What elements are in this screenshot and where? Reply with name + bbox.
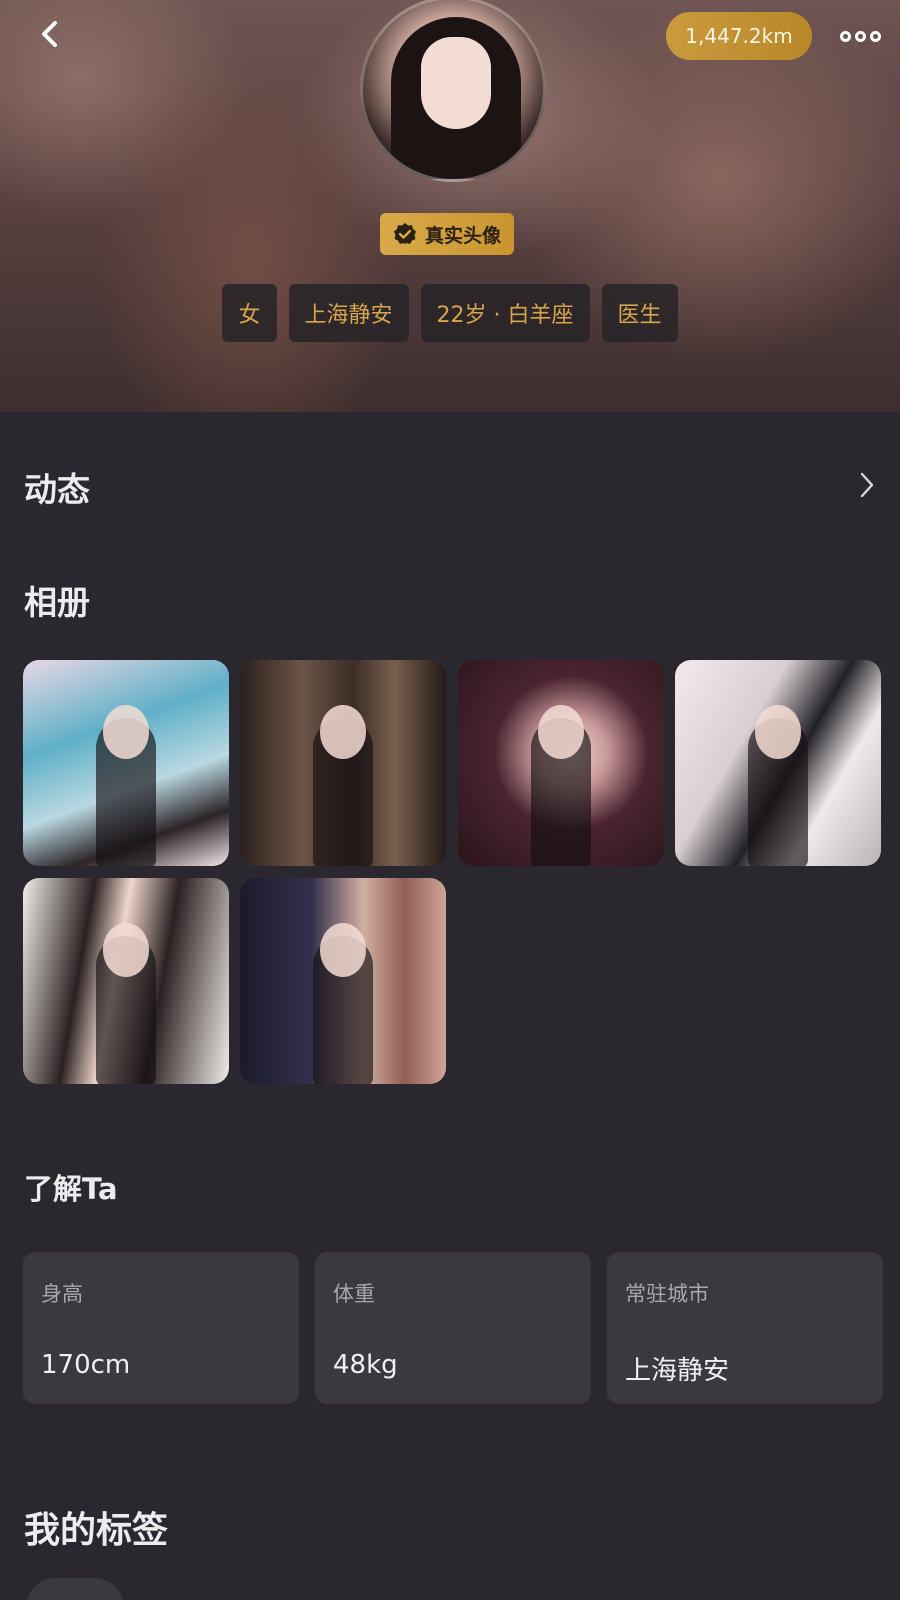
tag-age-zodiac: 22岁 · 白羊座 — [420, 284, 590, 342]
stat-card-weight: 体重 48kg — [315, 1252, 591, 1404]
my-tags-title: 我的标签 — [24, 1510, 169, 1551]
moments-title: 动态 — [24, 470, 90, 509]
album-photo[interactable] — [675, 660, 881, 866]
more-button[interactable] — [836, 16, 884, 56]
stat-card-city: 常驻城市 上海静安 — [607, 1252, 883, 1404]
moments-row[interactable]: 动态 — [24, 462, 876, 512]
album-photo[interactable] — [23, 660, 229, 866]
stat-label: 常驻城市 — [625, 1282, 709, 1306]
verified-badge-icon — [393, 223, 416, 245]
album-photo[interactable] — [23, 878, 229, 1084]
stat-value: 170cm — [41, 1350, 131, 1380]
stat-value: 48kg — [333, 1350, 398, 1380]
about-title: 了解Ta — [24, 1172, 118, 1206]
album-photo[interactable] — [240, 878, 446, 1084]
album-title: 相册 — [24, 583, 90, 622]
back-arrow-icon — [42, 21, 57, 47]
verified-label: 真实头像 — [424, 224, 501, 247]
about-header: 了解Ta — [24, 1162, 876, 1212]
stat-card-height: 身高 170cm — [23, 1252, 299, 1404]
more-dots-icon — [839, 30, 851, 42]
tag-occupation: 医生 — [601, 284, 678, 342]
info-tags: 女 上海静安 22岁 · 白羊座 医生 — [0, 284, 900, 342]
stat-label: 体重 — [333, 1282, 375, 1306]
tag-location: 上海静安 — [288, 284, 409, 342]
tag-gender: 女 — [222, 284, 277, 342]
avatar[interactable] — [360, 0, 546, 182]
stat-label: 身高 — [41, 1282, 83, 1306]
stats-cards: 身高 170cm 体重 48kg 常驻城市 上海静安 — [23, 1252, 883, 1404]
album-photo[interactable] — [240, 660, 446, 866]
stat-value: 上海静安 — [625, 1356, 730, 1386]
verified-avatar-badge: 真实头像 — [380, 213, 514, 255]
chevron-right-icon — [858, 470, 876, 504]
profile-header: 1,447.2km 真实头像 女 上海静安 22岁 · 白羊座 医生 — [0, 0, 900, 412]
album-photo[interactable] — [458, 660, 664, 866]
back-button[interactable] — [28, 12, 72, 56]
profile-tag-chip[interactable] — [26, 1578, 124, 1600]
my-tags-header: 我的标签 — [24, 1500, 876, 1554]
distance-badge: 1,447.2km — [666, 12, 812, 60]
album-header: 相册 — [24, 575, 876, 625]
